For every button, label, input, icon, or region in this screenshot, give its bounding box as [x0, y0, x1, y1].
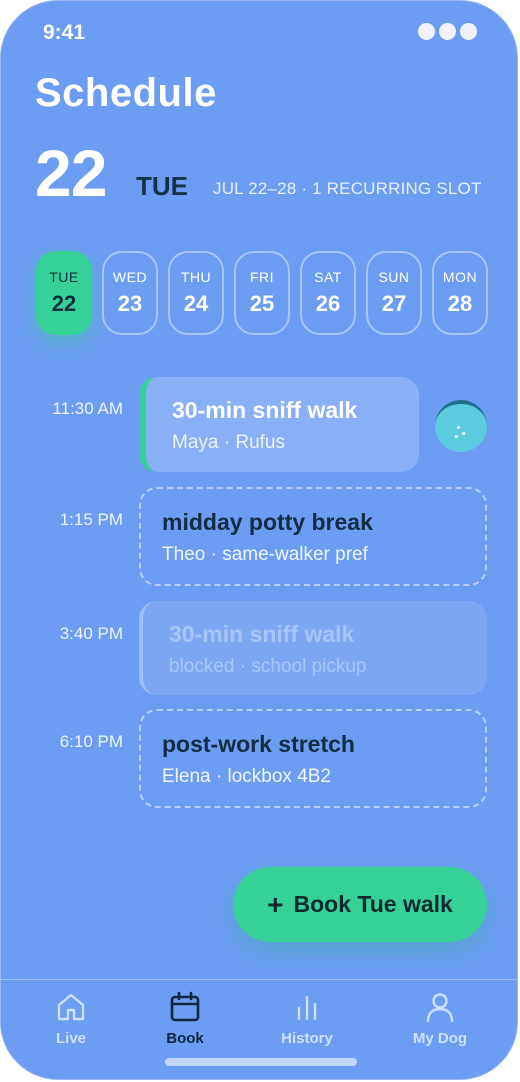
slot-time: 3:40 PM [59, 624, 123, 643]
tab-book[interactable]: Book [135, 990, 235, 1047]
slot-title: 30-min sniff walk [172, 397, 358, 423]
phone-screen: 9:41 Schedule 22 TUE JUL 22–28 · 1 RECUR… [0, 0, 518, 1080]
slot-card-open[interactable]: post-work stretch Elena · lockbox 4B2 [139, 709, 487, 808]
status-indicator-icon [418, 23, 477, 40]
slot-time: 6:10 PM [59, 732, 123, 751]
day-chip-mon[interactable]: MON 28 [432, 251, 488, 335]
tab-label: Book [166, 1030, 204, 1047]
day-picker: TUE 22 WED 23 THU 24 FRI 25 SAT 26 SUN 2… [36, 251, 488, 335]
day-number: 26 [315, 291, 341, 316]
day-name: THU [180, 269, 212, 285]
current-weekday: TUE [136, 171, 188, 201]
current-date-number: 22 [35, 136, 107, 210]
day-chip-sat[interactable]: SAT 26 [300, 251, 356, 335]
day-chip-sun[interactable]: SUN 27 [366, 251, 422, 335]
day-number: 27 [381, 291, 407, 316]
day-chip-tue[interactable]: TUE 22 [36, 251, 92, 335]
bar-chart-icon [297, 995, 317, 1021]
slot-subtitle: Maya · Rufus [172, 432, 285, 453]
tab-label: History [281, 1030, 333, 1047]
day-name: WED [112, 269, 148, 285]
slot-time: 1:15 PM [59, 510, 123, 529]
status-time: 9:41 [43, 21, 86, 44]
tab-history[interactable]: History [257, 990, 357, 1047]
day-number: 25 [249, 291, 275, 316]
plus-icon: + [267, 888, 284, 920]
tab-live[interactable]: Live [21, 990, 121, 1047]
week-summary: JUL 22–28 · 1 RECURRING SLOT [213, 179, 482, 198]
book-walk-label: Book Tue walk [293, 891, 453, 917]
slot-title: post-work stretch [162, 731, 355, 757]
day-number: 24 [183, 291, 209, 316]
day-number: 22 [51, 291, 77, 316]
slot-card-open[interactable]: midday potty break Theo · same-walker pr… [139, 487, 487, 586]
day-name: SUN [378, 269, 410, 285]
day-name: FRI [249, 269, 275, 285]
tab-label: Live [55, 1030, 86, 1047]
book-walk-button[interactable]: + Book Tue walk [233, 867, 487, 942]
slot-card-booked[interactable]: 30-min sniff walk Maya · Rufus [139, 377, 419, 472]
slot-card-blocked: 30-min sniff walk blocked · school picku… [139, 601, 487, 695]
home-icon [57, 993, 85, 1021]
person-icon [426, 993, 454, 1023]
day-name: TUE [49, 269, 79, 285]
walker-avatar[interactable] [435, 400, 487, 452]
slot-title: midday potty break [162, 509, 373, 535]
slot-subtitle: Theo · same-walker pref [162, 544, 368, 565]
page-title: Schedule [35, 71, 217, 115]
day-number: 28 [447, 291, 473, 316]
calendar-icon [170, 991, 200, 1022]
day-chip-fri[interactable]: FRI 25 [234, 251, 290, 335]
day-chip-wed[interactable]: WED 23 [102, 251, 158, 335]
day-name: MON [442, 269, 478, 285]
day-number: 23 [117, 291, 143, 316]
day-chip-thu[interactable]: THU 24 [168, 251, 224, 335]
day-name: SAT [314, 269, 342, 285]
home-indicator[interactable] [165, 1058, 357, 1066]
slot-title: 30-min sniff walk [169, 621, 355, 647]
slot-subtitle: Elena · lockbox 4B2 [162, 766, 331, 787]
slot-subtitle: blocked · school pickup [169, 656, 367, 677]
slot-time: 11:30 AM [52, 399, 123, 418]
tab-label: My Dog [412, 1030, 468, 1047]
tab-my-dog[interactable]: My Dog [390, 990, 490, 1047]
